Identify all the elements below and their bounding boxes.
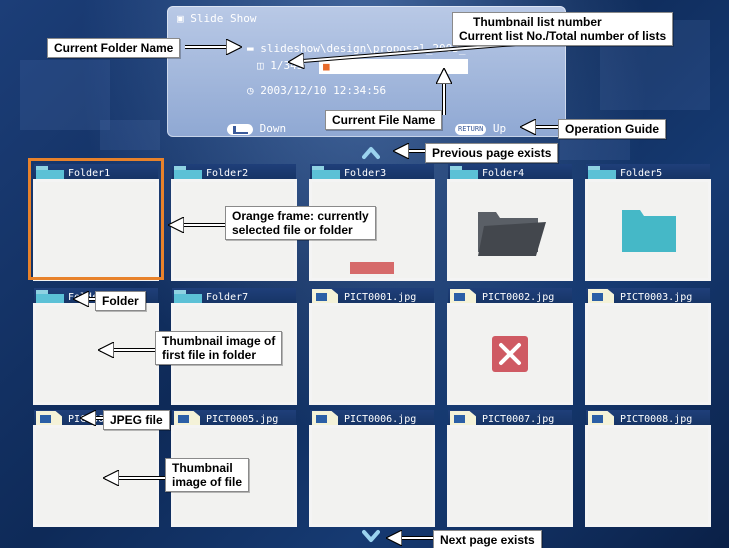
up-guide-label: Up bbox=[492, 122, 507, 135]
thumbnail-image bbox=[450, 428, 570, 524]
callout-thumb-first-line2: first file in folder bbox=[162, 348, 257, 362]
list-counter: ◫ 1/345 bbox=[257, 59, 303, 72]
tile-label-bar: PICT0008.jpg bbox=[586, 410, 710, 430]
slideshow-icon: ▣ bbox=[177, 12, 184, 25]
tile-label-bar: PICT0001.jpg bbox=[310, 288, 434, 308]
jpeg-file-icon bbox=[450, 289, 476, 307]
callout-orange-frame-line2: selected file or folder bbox=[232, 223, 353, 237]
jpeg-file-tile[interactable]: PICT0006.jpg bbox=[302, 404, 440, 526]
tile-label: PICT0007.jpg bbox=[482, 414, 555, 425]
thumbnail-image bbox=[312, 306, 432, 402]
callout-folder: Folder bbox=[95, 291, 146, 311]
jpeg-file-tile[interactable]: PICT0007.jpg bbox=[440, 404, 578, 526]
clock-icon: ◷ bbox=[247, 84, 254, 97]
folder-path: ▬ slideshow\design\proposal_2003_ bbox=[247, 42, 466, 55]
folder-mini-icon: ■ bbox=[323, 60, 330, 73]
callout-current-file-name: Current File Name bbox=[325, 110, 443, 130]
tile-label: PICT0006.jpg bbox=[344, 414, 417, 425]
tile-label: Folder4 bbox=[482, 168, 525, 179]
selection-frame bbox=[28, 158, 164, 280]
background-tile bbox=[100, 120, 160, 150]
callout-operation-guide: Operation Guide bbox=[558, 119, 667, 139]
slideshow-screen: ▣ Slide Show ▬ slideshow\design\proposal… bbox=[0, 0, 729, 548]
callout-thumb-file-line1: Thumbnail bbox=[172, 461, 233, 475]
callout-thumb-first-line1: Thumbnail image of bbox=[162, 334, 276, 348]
jpeg-file-tile[interactable]: PICT0008.jpg bbox=[578, 404, 716, 526]
tile-label-bar: Folder3 bbox=[310, 164, 434, 184]
list-counter-icon: ◫ bbox=[257, 59, 264, 72]
tile-label-bar: PICT0002.jpg bbox=[448, 288, 572, 308]
callout-thumb-of-file: Thumbnail image of file bbox=[165, 458, 250, 492]
tile-label-bar: Folder2 bbox=[172, 164, 296, 184]
folder-tile[interactable]: Folder1 bbox=[26, 158, 164, 280]
thumbnail-image bbox=[36, 428, 156, 524]
folder-icon bbox=[588, 182, 708, 278]
previous-page-chevron-icon[interactable] bbox=[362, 144, 380, 162]
tile-label: Folder5 bbox=[620, 168, 663, 179]
jpeg-file-icon bbox=[312, 289, 338, 307]
callout-thumb-file-line2: image of file bbox=[172, 475, 243, 489]
tile-label: Folder7 bbox=[206, 292, 249, 303]
callout-thumb-list-sub: Current list No./Total number of lists bbox=[459, 29, 667, 43]
callout-thumb-list-title: Thumbnail list number bbox=[473, 15, 602, 29]
thumbnail-image bbox=[36, 306, 156, 402]
file-datetime-text: 2003/12/10 12:34:56 bbox=[260, 84, 387, 97]
jpeg-file-icon bbox=[588, 411, 614, 429]
tile-label-bar: PICT0006.jpg bbox=[310, 410, 434, 430]
callout-jpeg-file: JPEG file bbox=[103, 410, 170, 430]
down-guide[interactable]: Down bbox=[227, 122, 286, 135]
tile-label: PICT0008.jpg bbox=[620, 414, 693, 425]
jpeg-file-icon bbox=[588, 289, 614, 307]
callout-orange-frame-line1: Orange frame: currently bbox=[232, 209, 369, 223]
tile-label: PICT0002.jpg bbox=[482, 292, 555, 303]
thumbnail-image bbox=[312, 428, 432, 524]
tile-label: PICT0005.jpg bbox=[206, 414, 279, 425]
jpeg-file-icon bbox=[450, 411, 476, 429]
folder-tile[interactable]: Folder4 bbox=[440, 158, 578, 280]
tile-label-bar: Folder4 bbox=[448, 164, 572, 184]
callout-next-page: Next page exists bbox=[433, 530, 542, 548]
enter-key-icon bbox=[227, 123, 253, 135]
tile-label-bar: Folder5 bbox=[586, 164, 710, 184]
current-file-name: ■ Folder1 bbox=[319, 59, 468, 74]
jpeg-file-icon bbox=[36, 411, 62, 429]
tile-label: Folder3 bbox=[344, 168, 387, 179]
callout-orange-frame: Orange frame: currently selected file or… bbox=[225, 206, 376, 240]
tile-label-bar: PICT0005.jpg bbox=[172, 410, 296, 430]
jpeg-file-icon bbox=[312, 411, 338, 429]
thumbnail-image bbox=[588, 428, 708, 524]
jpeg-file-tile[interactable]: PICT0001.jpg bbox=[302, 282, 440, 404]
panel-title-text: Slide Show bbox=[190, 12, 257, 25]
tile-label-bar: Folder7 bbox=[172, 288, 296, 308]
folder-path-text: slideshow\design\proposal_2003_ bbox=[260, 42, 466, 55]
callout-previous-page: Previous page exists bbox=[425, 143, 559, 163]
return-key-badge: RETURN bbox=[455, 123, 487, 135]
tile-label-bar: PICT0007.jpg bbox=[448, 410, 572, 430]
thumbnail-image bbox=[588, 306, 708, 402]
down-guide-label: Down bbox=[259, 122, 287, 135]
jpeg-file-icon bbox=[174, 411, 200, 429]
list-counter-text: 1/345 bbox=[270, 59, 304, 72]
folder-tile[interactable]: Folder5 bbox=[578, 158, 716, 280]
tile-label-bar: PICT0003.jpg bbox=[586, 288, 710, 308]
current-file-name-text: Folder1 bbox=[336, 60, 383, 73]
open-folder-icon bbox=[450, 182, 570, 278]
tile-label: Folder2 bbox=[206, 168, 249, 179]
file-datetime: ◷ 2003/12/10 12:34:56 bbox=[247, 84, 386, 97]
jpeg-file-tile[interactable]: PICT0003.jpg bbox=[578, 282, 716, 404]
tile-label: PICT0001.jpg bbox=[344, 292, 417, 303]
jpeg-file-tile[interactable]: PICT0002.jpg bbox=[440, 282, 578, 404]
callout-thumb-first-file: Thumbnail image of first file in folder bbox=[155, 331, 283, 365]
callout-thumbnail-list-number: Thumbnail list number Current list No./T… bbox=[452, 12, 674, 46]
background-tile bbox=[20, 60, 110, 130]
next-page-chevron-icon[interactable] bbox=[362, 527, 380, 545]
up-guide[interactable]: RETURN Up bbox=[455, 122, 506, 135]
callout-current-folder-name: Current Folder Name bbox=[47, 38, 181, 58]
broken-image-icon bbox=[450, 306, 570, 402]
tile-label: PICT0003.jpg bbox=[620, 292, 693, 303]
folder-path-icon: ▬ bbox=[247, 42, 254, 55]
panel-title: ▣ Slide Show bbox=[177, 12, 256, 25]
